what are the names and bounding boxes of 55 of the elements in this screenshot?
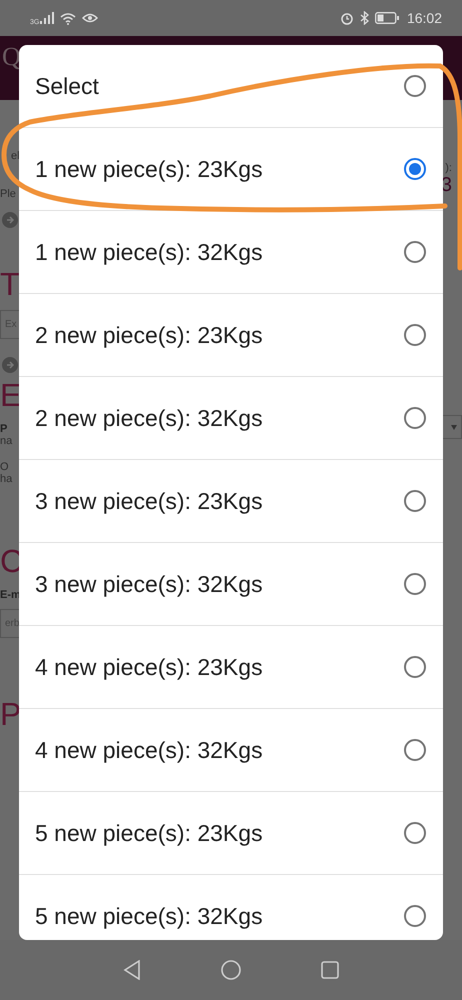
recents-icon[interactable] — [321, 961, 339, 979]
signal-icon — [40, 12, 54, 24]
option-item[interactable]: 2 new piece(s): 23Kgs — [19, 294, 443, 377]
radio-button[interactable] — [404, 822, 426, 844]
section-heading: P — [0, 698, 22, 730]
option-item[interactable]: 2 new piece(s): 32Kgs — [19, 377, 443, 460]
option-label: 1 new piece(s): 32Kgs — [35, 238, 263, 266]
battery-icon — [374, 12, 399, 24]
caret-icon — [451, 424, 457, 430]
option-label: 5 new piece(s): 23Kgs — [35, 820, 263, 846]
page-text: ): — [445, 162, 453, 174]
home-icon[interactable] — [221, 960, 241, 980]
radio-button[interactable] — [404, 75, 426, 97]
option-label: 3 new piece(s): 32Kgs — [35, 570, 263, 598]
wifi-icon — [60, 12, 76, 24]
page-text: na — [0, 435, 12, 447]
option-item[interactable]: 4 new piece(s): 32Kgs — [19, 709, 443, 792]
section-heading: Q — [1, 44, 21, 73]
page-text: ha — [0, 473, 12, 485]
back-icon[interactable] — [123, 960, 141, 980]
option-label: 4 new piece(s): 32Kgs — [35, 736, 263, 764]
bluetooth-icon — [360, 11, 369, 25]
option-item[interactable]: 3 new piece(s): 32Kgs — [19, 543, 443, 626]
option-label: 5 new piece(s): 32Kgs — [35, 902, 263, 930]
option-item[interactable]: 5 new piece(s): 23Kgs — [19, 792, 443, 875]
radio-button[interactable] — [404, 407, 426, 429]
option-item[interactable]: 1 new piece(s): 32Kgs — [19, 211, 443, 294]
option-item[interactable]: 4 new piece(s): 23Kgs — [19, 626, 443, 709]
radio-button[interactable] — [404, 241, 426, 263]
option-item[interactable]: 5 new piece(s): 32Kgs — [19, 875, 443, 940]
field-label: P — [0, 423, 8, 435]
option-label: 2 new piece(s): 32Kgs — [35, 404, 263, 432]
page-text: el — [10, 150, 20, 162]
radio-button[interactable] — [404, 158, 426, 180]
page-text: Ple — [0, 188, 16, 200]
radio-button[interactable] — [404, 573, 426, 595]
option-item[interactable]: 1 new piece(s): 23Kgs — [19, 128, 443, 211]
radio-button[interactable] — [404, 656, 426, 678]
alarm-icon — [340, 11, 354, 25]
page-text: O — [0, 461, 9, 473]
radio-button[interactable] — [404, 324, 426, 346]
option-label: 3 new piece(s): 23Kgs — [35, 488, 263, 514]
radio-button[interactable] — [404, 490, 426, 512]
option-label: 4 new piece(s): 23Kgs — [35, 654, 263, 680]
option-item[interactable]: Select — [19, 45, 443, 128]
radio-button[interactable] — [404, 905, 426, 927]
section-heading: T — [0, 268, 20, 300]
option-label: Select — [35, 72, 99, 100]
radio-button[interactable] — [404, 739, 426, 761]
option-label: 2 new piece(s): 23Kgs — [35, 322, 263, 348]
eye-icon — [82, 12, 98, 24]
section-heading: E — [0, 379, 22, 411]
clock-time: 16:02 — [406, 10, 442, 26]
option-label: 1 new piece(s): 23Kgs — [35, 156, 263, 182]
option-item[interactable]: 3 new piece(s): 23Kgs — [19, 460, 443, 543]
